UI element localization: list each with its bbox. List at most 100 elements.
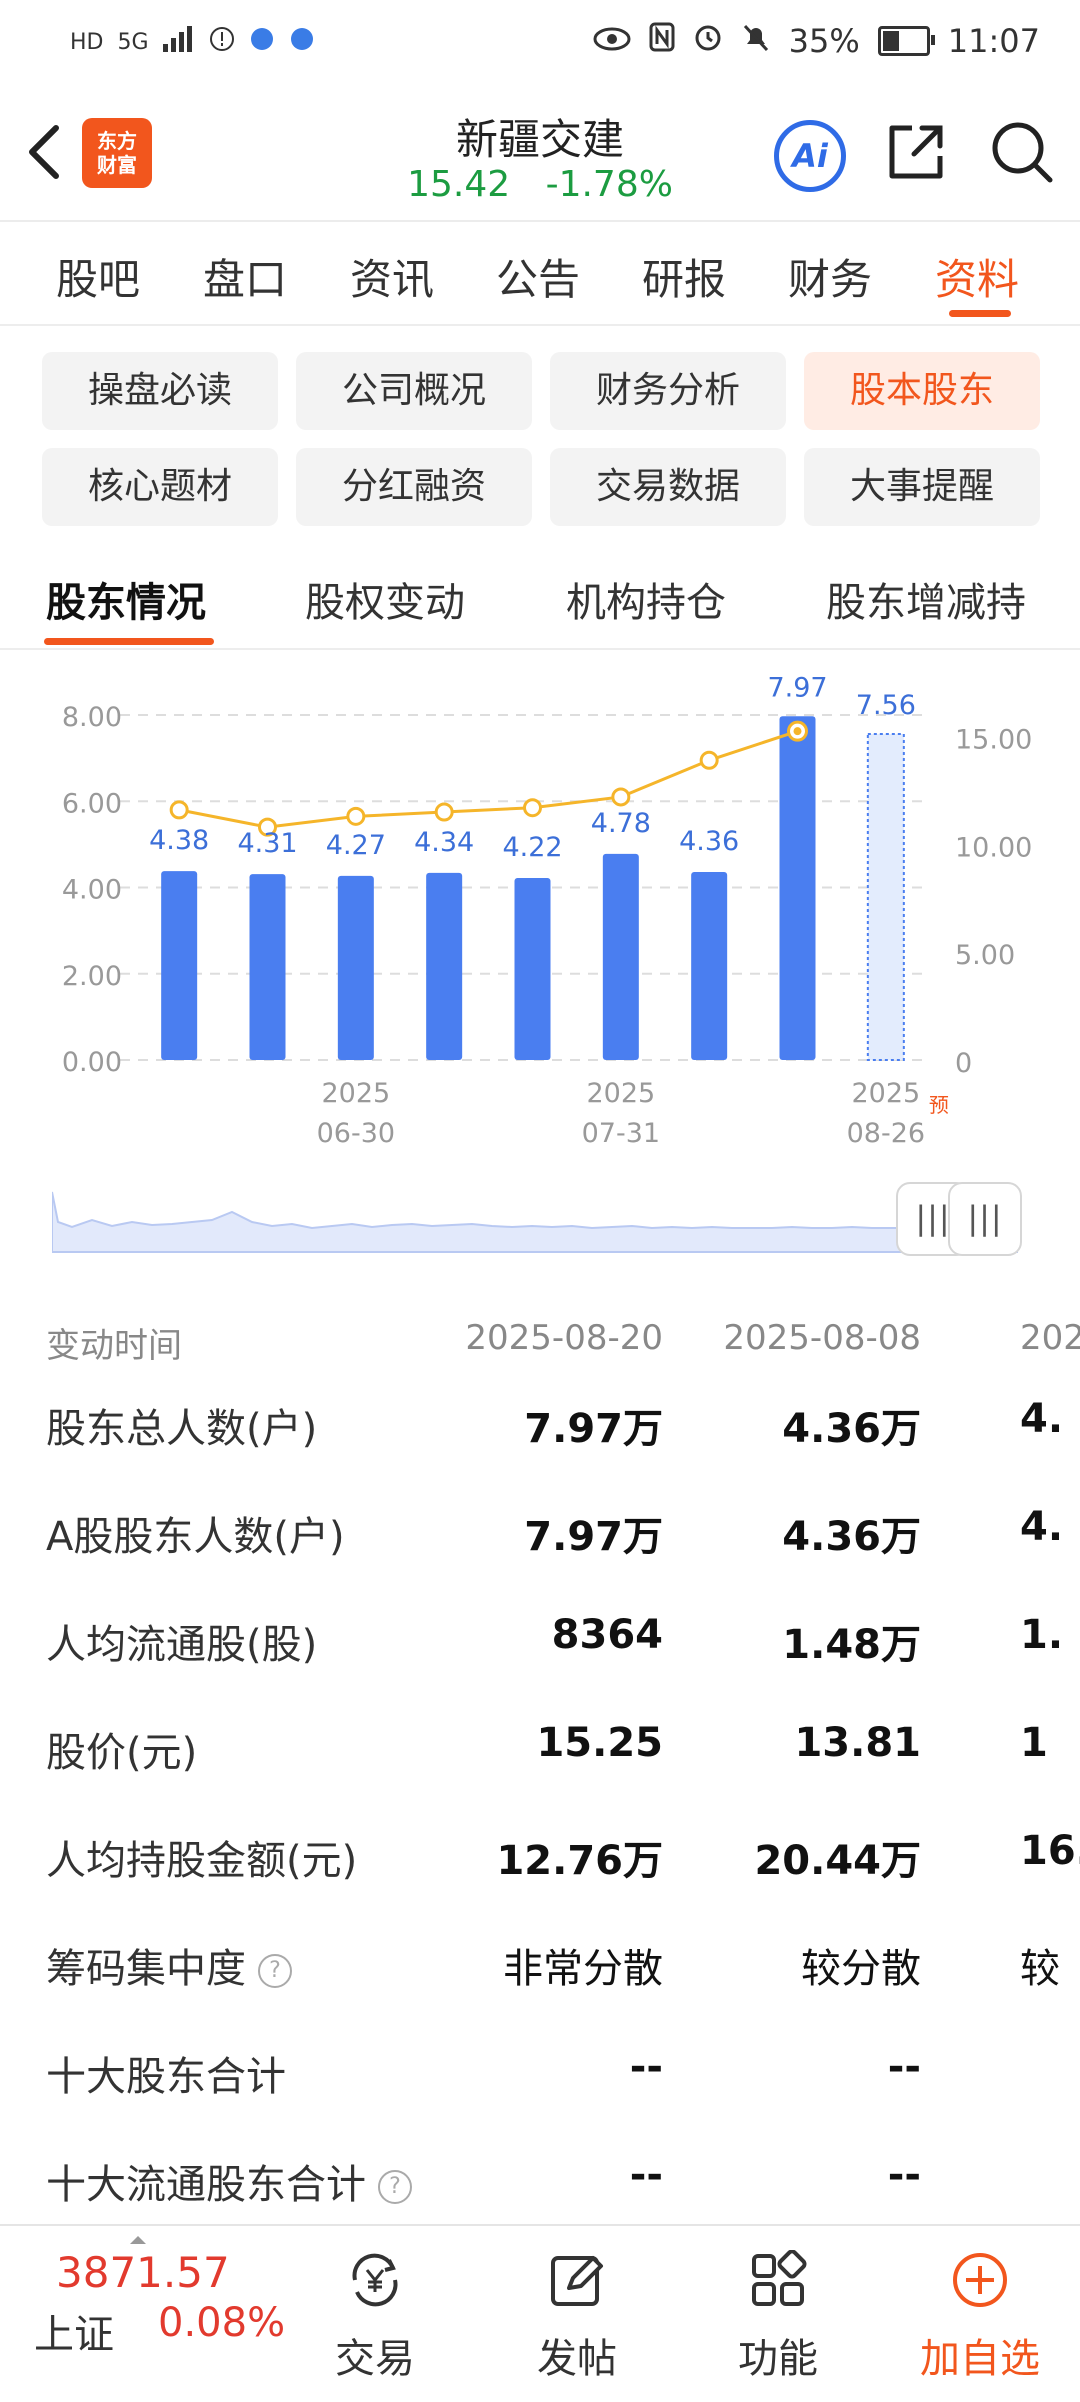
tab-shareholder-status[interactable]: 股东情况 — [46, 570, 206, 628]
alert-icon — [209, 26, 235, 58]
help-icon[interactable]: ? — [258, 1954, 292, 1988]
status-left: HD 5G — [70, 26, 315, 58]
bar — [337, 875, 374, 1060]
chip-company-overview[interactable]: 公司概况 — [296, 352, 532, 430]
bar-value-label: 4.22 — [502, 832, 562, 863]
index-change-pct: 0.08% — [158, 2300, 286, 2346]
bar — [161, 871, 198, 1060]
bar-value-label: 4.36 — [679, 826, 739, 857]
price-point — [346, 806, 366, 826]
hd-indicator: HD — [70, 29, 104, 55]
bar — [691, 871, 728, 1060]
row-value: 较 — [1020, 1946, 1060, 1992]
tab-profile[interactable]: 资料 — [935, 246, 1019, 307]
row-value: 1 — [1020, 1720, 1048, 1766]
search-button[interactable] — [988, 118, 1054, 184]
active-tab-indicator — [949, 310, 1011, 317]
row-label: 十大股东合计 — [46, 2054, 286, 2100]
bar-value-label: 7.56 — [856, 690, 916, 721]
nav-functions-label: 功能 — [738, 2336, 818, 2382]
row-value: 1.48万 — [782, 1622, 921, 1668]
bar-value-label: 7.97 — [767, 672, 827, 703]
divider — [0, 648, 1080, 650]
chart-range-slider[interactable]: ||| ||| — [52, 1182, 1022, 1256]
row-value: 4. — [1020, 1396, 1064, 1442]
row-label: 人均持股金额(元) — [46, 1838, 358, 1884]
nav-trade[interactable]: 交易 — [305, 2236, 445, 2386]
row-value: 7.97万 — [524, 1514, 663, 1560]
chip-dividends-financing[interactable]: 分红融资 — [296, 448, 532, 526]
y-axis-right-tick: 0 — [955, 1048, 972, 1079]
nav-functions[interactable]: 功能 — [708, 2236, 848, 2386]
tab-institutional-holdings[interactable]: 机构持仓 — [566, 570, 726, 628]
row-value: -- — [629, 2152, 663, 2198]
tab-news[interactable]: 资讯 — [350, 246, 434, 307]
row-value: 非常分散 — [503, 1946, 663, 1992]
nav-trade-label: 交易 — [335, 2336, 415, 2382]
tab-research[interactable]: 研报 — [642, 246, 726, 307]
row-label: A股股东人数(户) — [46, 1514, 345, 1560]
y-axis-left-tick: 0.00 — [62, 1047, 122, 1078]
y-axis-left-tick: 6.00 — [62, 788, 122, 819]
row-value: 8364 — [551, 1612, 663, 1658]
divider — [0, 324, 1080, 326]
table-row: 股东总人数(户) 7.97万 4.36万 4. — [0, 1396, 1080, 1496]
tab-announcements[interactable]: 公告 — [496, 246, 580, 307]
y-axis-left-tick: 2.00 — [62, 961, 122, 992]
index-ticker[interactable]: 3871.57 上证 0.08% — [0, 2226, 290, 2402]
row-value: 较分散 — [801, 1946, 921, 1992]
row-value: 13.81 — [794, 1720, 921, 1766]
price-point — [169, 800, 189, 820]
share-button[interactable] — [884, 120, 948, 184]
price-point — [699, 750, 719, 770]
table-row: 筹码集中度? 非常分散 较分散 较 — [0, 1936, 1080, 2036]
nav-post[interactable]: 发帖 — [507, 2236, 647, 2386]
row-value: 4. — [1020, 1504, 1064, 1550]
share-icon — [889, 125, 943, 179]
nav-post-label: 发帖 — [537, 2336, 617, 2382]
row-label: 股价(元) — [46, 1730, 198, 1776]
chip-financial-analysis[interactable]: 财务分析 — [550, 352, 786, 430]
tab-finance[interactable]: 财务 — [788, 246, 872, 307]
row-label: 筹码集中度 — [46, 1946, 246, 1992]
ai-assistant-button[interactable]: Ai — [774, 120, 846, 192]
mute-icon — [741, 22, 771, 60]
index-name: 上证 — [34, 2312, 114, 2358]
chip-events-reminder[interactable]: 大事提醒 — [804, 448, 1040, 526]
row-label: 人均流通股(股) — [46, 1622, 318, 1668]
chip-trading-data[interactable]: 交易数据 — [550, 448, 786, 526]
active-section-indicator — [44, 638, 214, 645]
x-axis-tick-year: 2025 — [321, 1078, 390, 1109]
chip-trading-guide[interactable]: 操盘必读 — [42, 352, 278, 430]
bar-value-label: 4.78 — [591, 808, 651, 839]
row-value: 4.36万 — [782, 1514, 921, 1560]
row-label: 十大流通股东合计 — [46, 2162, 366, 2208]
col-date-1: 2025-08-20 — [465, 1318, 663, 1358]
chip-core-themes[interactable]: 核心题材 — [42, 448, 278, 526]
tab-pankou[interactable]: 盘口 — [203, 246, 287, 307]
price-point — [611, 787, 631, 807]
tab-holder-increase-decrease[interactable]: 股东增减持 — [826, 570, 1026, 628]
nav-add-watchlist[interactable]: 加自选 — [910, 2236, 1050, 2386]
tab-equity-changes[interactable]: 股权变动 — [305, 570, 465, 628]
caret-up-icon — [130, 2236, 146, 2244]
row-value: -- — [629, 2044, 663, 2090]
forecast-mark: 预 — [929, 1093, 949, 1117]
chip-shareholders[interactable]: 股本股东 — [804, 352, 1040, 430]
battery-icon — [877, 26, 935, 56]
x-axis-tick-date: 08-26 — [847, 1118, 925, 1149]
help-icon[interactable]: ? — [378, 2170, 412, 2204]
bar-forecast — [866, 732, 905, 1061]
col-date-3: 2025- — [1020, 1318, 1080, 1358]
table-row: 人均持股金额(元) 12.76万 20.44万 16. — [0, 1828, 1080, 1928]
shareholder-chart: 8.00 6.00 4.00 2.00 0.00 15.00 10.00 5.00 0 4.38 4… — [62, 672, 1032, 1149]
signal-bars-icon — [162, 26, 195, 58]
row-value: 7.97万 — [524, 1406, 663, 1452]
tab-guba[interactable]: 股吧 — [56, 246, 140, 307]
app-notify-icon — [289, 26, 315, 58]
row-value: 12.76万 — [496, 1838, 663, 1884]
y-axis-left-tick: 4.00 — [62, 875, 122, 906]
range-handle-right[interactable]: ||| — [948, 1182, 1022, 1256]
bar — [514, 878, 551, 1060]
bar — [426, 872, 463, 1060]
